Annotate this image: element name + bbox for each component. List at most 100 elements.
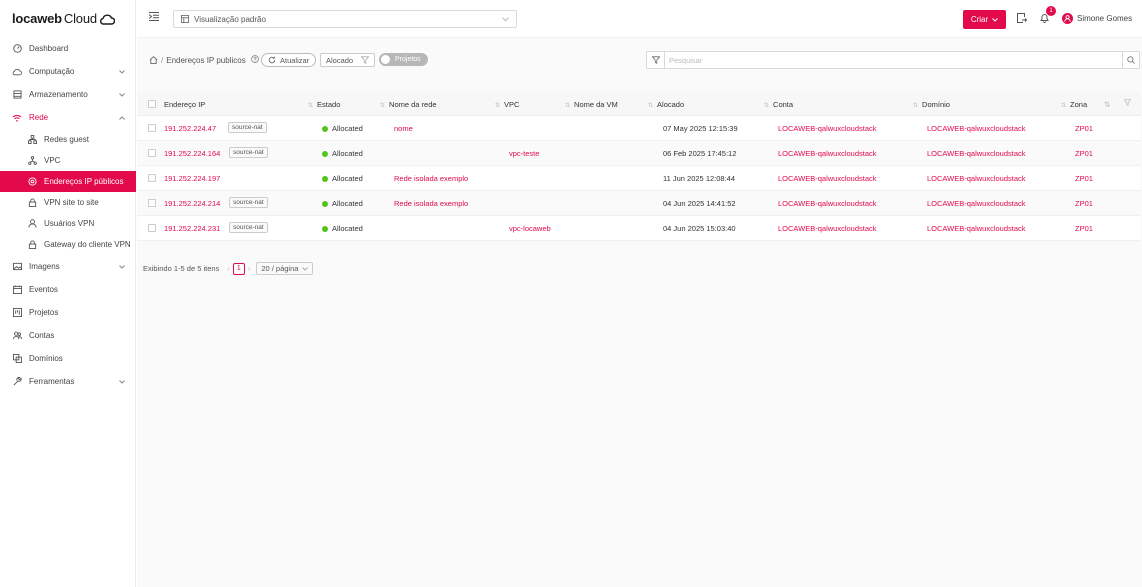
cloud-icon [12,67,22,77]
domain-link[interactable]: LOCAWEB-qalwuxcloudstack [927,199,1026,208]
sidebar-item-vpc[interactable]: VPC [0,150,136,171]
zone-link[interactable]: ZP01 [1075,149,1093,158]
column-header-alocado[interactable]: ⇅ Alocado [648,100,684,109]
search-input[interactable]: Pesquisar [669,56,702,65]
network-link[interactable]: nome [394,124,413,133]
account-link[interactable]: LOCAWEB-qalwuxcloudstack [778,199,877,208]
ip-link[interactable]: 191.252.224.164 [164,149,220,158]
network-link[interactable]: Rede isolada exemplo [394,174,468,183]
filter-button[interactable] [647,52,665,68]
account-link[interactable]: LOCAWEB-qalwuxcloudstack [778,124,877,133]
sidebar-item-eventos[interactable]: Eventos [0,278,136,301]
allocated-date: 07 May 2025 12:15:39 [663,124,738,133]
sidebar-item-ferramentas[interactable]: Ferramentas [0,370,136,393]
create-button-label: Criar [970,15,989,24]
sidebar-item-contas[interactable]: Contas [0,324,136,347]
column-header-ip[interactable]: Endereço IP [164,100,205,109]
column-header-label: Nome da VM [574,100,618,109]
table-row[interactable]: 191.252.224.164 source-nat Allocated vpc… [138,141,1141,166]
column-header-dominio[interactable]: ⇅ Domínio [913,100,950,109]
zone-link[interactable]: ZP01 [1075,224,1093,233]
table-row[interactable]: 191.252.224.197 Allocated Rede isolada e… [138,166,1141,191]
domain-link[interactable]: LOCAWEB-qalwuxcloudstack [927,149,1026,158]
vpc-icon [27,156,37,166]
column-header-label: Domínio [922,100,950,109]
sidebar-item-rede[interactable]: Rede [0,106,136,129]
zone-link[interactable]: ZP01 [1075,174,1093,183]
avatar[interactable] [1062,13,1073,24]
location-icon [27,177,37,187]
sidebar-item-dashboard[interactable]: Dashboard [0,37,136,60]
table-row[interactable]: 191.252.224.231 source-nat Allocated vpc… [138,216,1141,241]
sidebar-item-usuarios-vpn[interactable]: Usuários VPN [0,213,136,234]
chevron-right-icon[interactable]: › [248,264,251,273]
sort-icon[interactable]: ⇅ [1104,100,1110,109]
brand-logo[interactable]: locaweb Cloud [12,11,115,26]
domain-link[interactable]: LOCAWEB-qalwuxcloudstack [927,224,1026,233]
create-button[interactable]: Criar [963,10,1006,29]
sidebar-item-armazenamento[interactable]: Armazenamento [0,83,136,106]
home-icon[interactable] [149,56,158,64]
sidebar-item-projetos[interactable]: Projetos [0,301,136,324]
account-link[interactable]: LOCAWEB-qalwuxcloudstack [778,174,877,183]
column-header-zona[interactable]: ⇅ Zona [1061,100,1087,109]
view-select[interactable]: Visualização padrão [173,10,517,28]
allocation-filter-select[interactable]: Alocado [320,53,375,67]
vpc-link[interactable]: vpc-locaweb [509,224,551,233]
sidebar-item-dominios[interactable]: Domínios [0,347,136,370]
status-dot [322,126,328,132]
sidebar-item-computacao[interactable]: Computação [0,60,136,83]
domain-link[interactable]: LOCAWEB-qalwuxcloudstack [927,124,1026,133]
status-badge: Allocated [322,199,363,208]
sidebar-item-label: VPC [44,156,61,165]
chevron-left-icon[interactable]: ‹ [227,264,230,273]
row-checkbox[interactable] [148,124,156,132]
projects-toggle[interactable]: Projetos [379,53,428,66]
user-icon [1064,15,1071,22]
column-filter-icon[interactable] [1123,99,1132,108]
row-checkbox[interactable] [148,174,156,182]
sort-icon: ⇅ [913,103,919,109]
row-checkbox[interactable] [148,149,156,157]
page-size-select[interactable]: 20 / página [256,262,314,275]
row-checkbox[interactable] [148,199,156,207]
vpc-link[interactable]: vpc-teste [509,149,539,158]
page-button-current[interactable]: 1 [232,262,245,275]
zone-link[interactable]: ZP01 [1075,199,1093,208]
user-name[interactable]: Simone Gomes [1077,14,1132,23]
account-link[interactable]: LOCAWEB-qalwuxcloudstack [778,149,877,158]
select-all-checkbox[interactable] [148,100,156,108]
ip-link[interactable]: 191.252.224.197 [164,174,220,183]
table-row[interactable]: 191.252.224.47 source-nat Allocated nome… [138,116,1141,141]
domain-link[interactable]: LOCAWEB-qalwuxcloudstack [927,174,1026,183]
zone-link[interactable]: ZP01 [1075,124,1093,133]
column-header-vpc[interactable]: ⇅ VPC [495,100,519,109]
row-checkbox[interactable] [148,224,156,232]
menu-fold-icon[interactable] [148,12,159,22]
ip-link[interactable]: 191.252.224.214 [164,199,220,208]
ip-link[interactable]: 191.252.224.47 [164,124,216,133]
column-header-estado[interactable]: ⇅ Estado [308,100,340,109]
column-header-vm[interactable]: ⇅ Nome da VM [565,100,618,109]
sidebar-item-enderecos-ip[interactable]: Endereços IP públicos [0,171,136,192]
chevron-down-icon [119,377,125,386]
sidebar-item-imagens[interactable]: Imagens [0,255,136,278]
account-link[interactable]: LOCAWEB-qalwuxcloudstack [778,224,877,233]
network-link[interactable]: Rede isolada exemplo [394,199,468,208]
sidebar-item-redes-guest[interactable]: Redes guest [0,129,136,150]
search-button[interactable] [1122,52,1139,68]
sidebar-item-vpn-site[interactable]: VPN site to site [0,192,136,213]
ip-link[interactable]: 191.252.224.231 [164,224,220,233]
column-header-rede[interactable]: ⇅ Nome da rede [380,100,437,109]
column-header-conta[interactable]: ⇅ Conta [764,100,793,109]
status-text: Allocated [332,199,363,208]
brand-name: locaweb [12,11,62,26]
refresh-button[interactable]: Atualizar [261,53,317,67]
question-circle-icon[interactable] [250,55,259,65]
sidebar-item-label: Ferramentas [29,377,75,386]
status-dot [322,176,328,182]
table-row[interactable]: 191.252.224.214 source-nat Allocated Red… [138,191,1141,216]
sidebar-item-gateway-vpn[interactable]: Gateway do cliente VPN [0,234,136,255]
export-icon[interactable] [1017,13,1028,25]
sidebar-item-label: Eventos [29,285,58,294]
